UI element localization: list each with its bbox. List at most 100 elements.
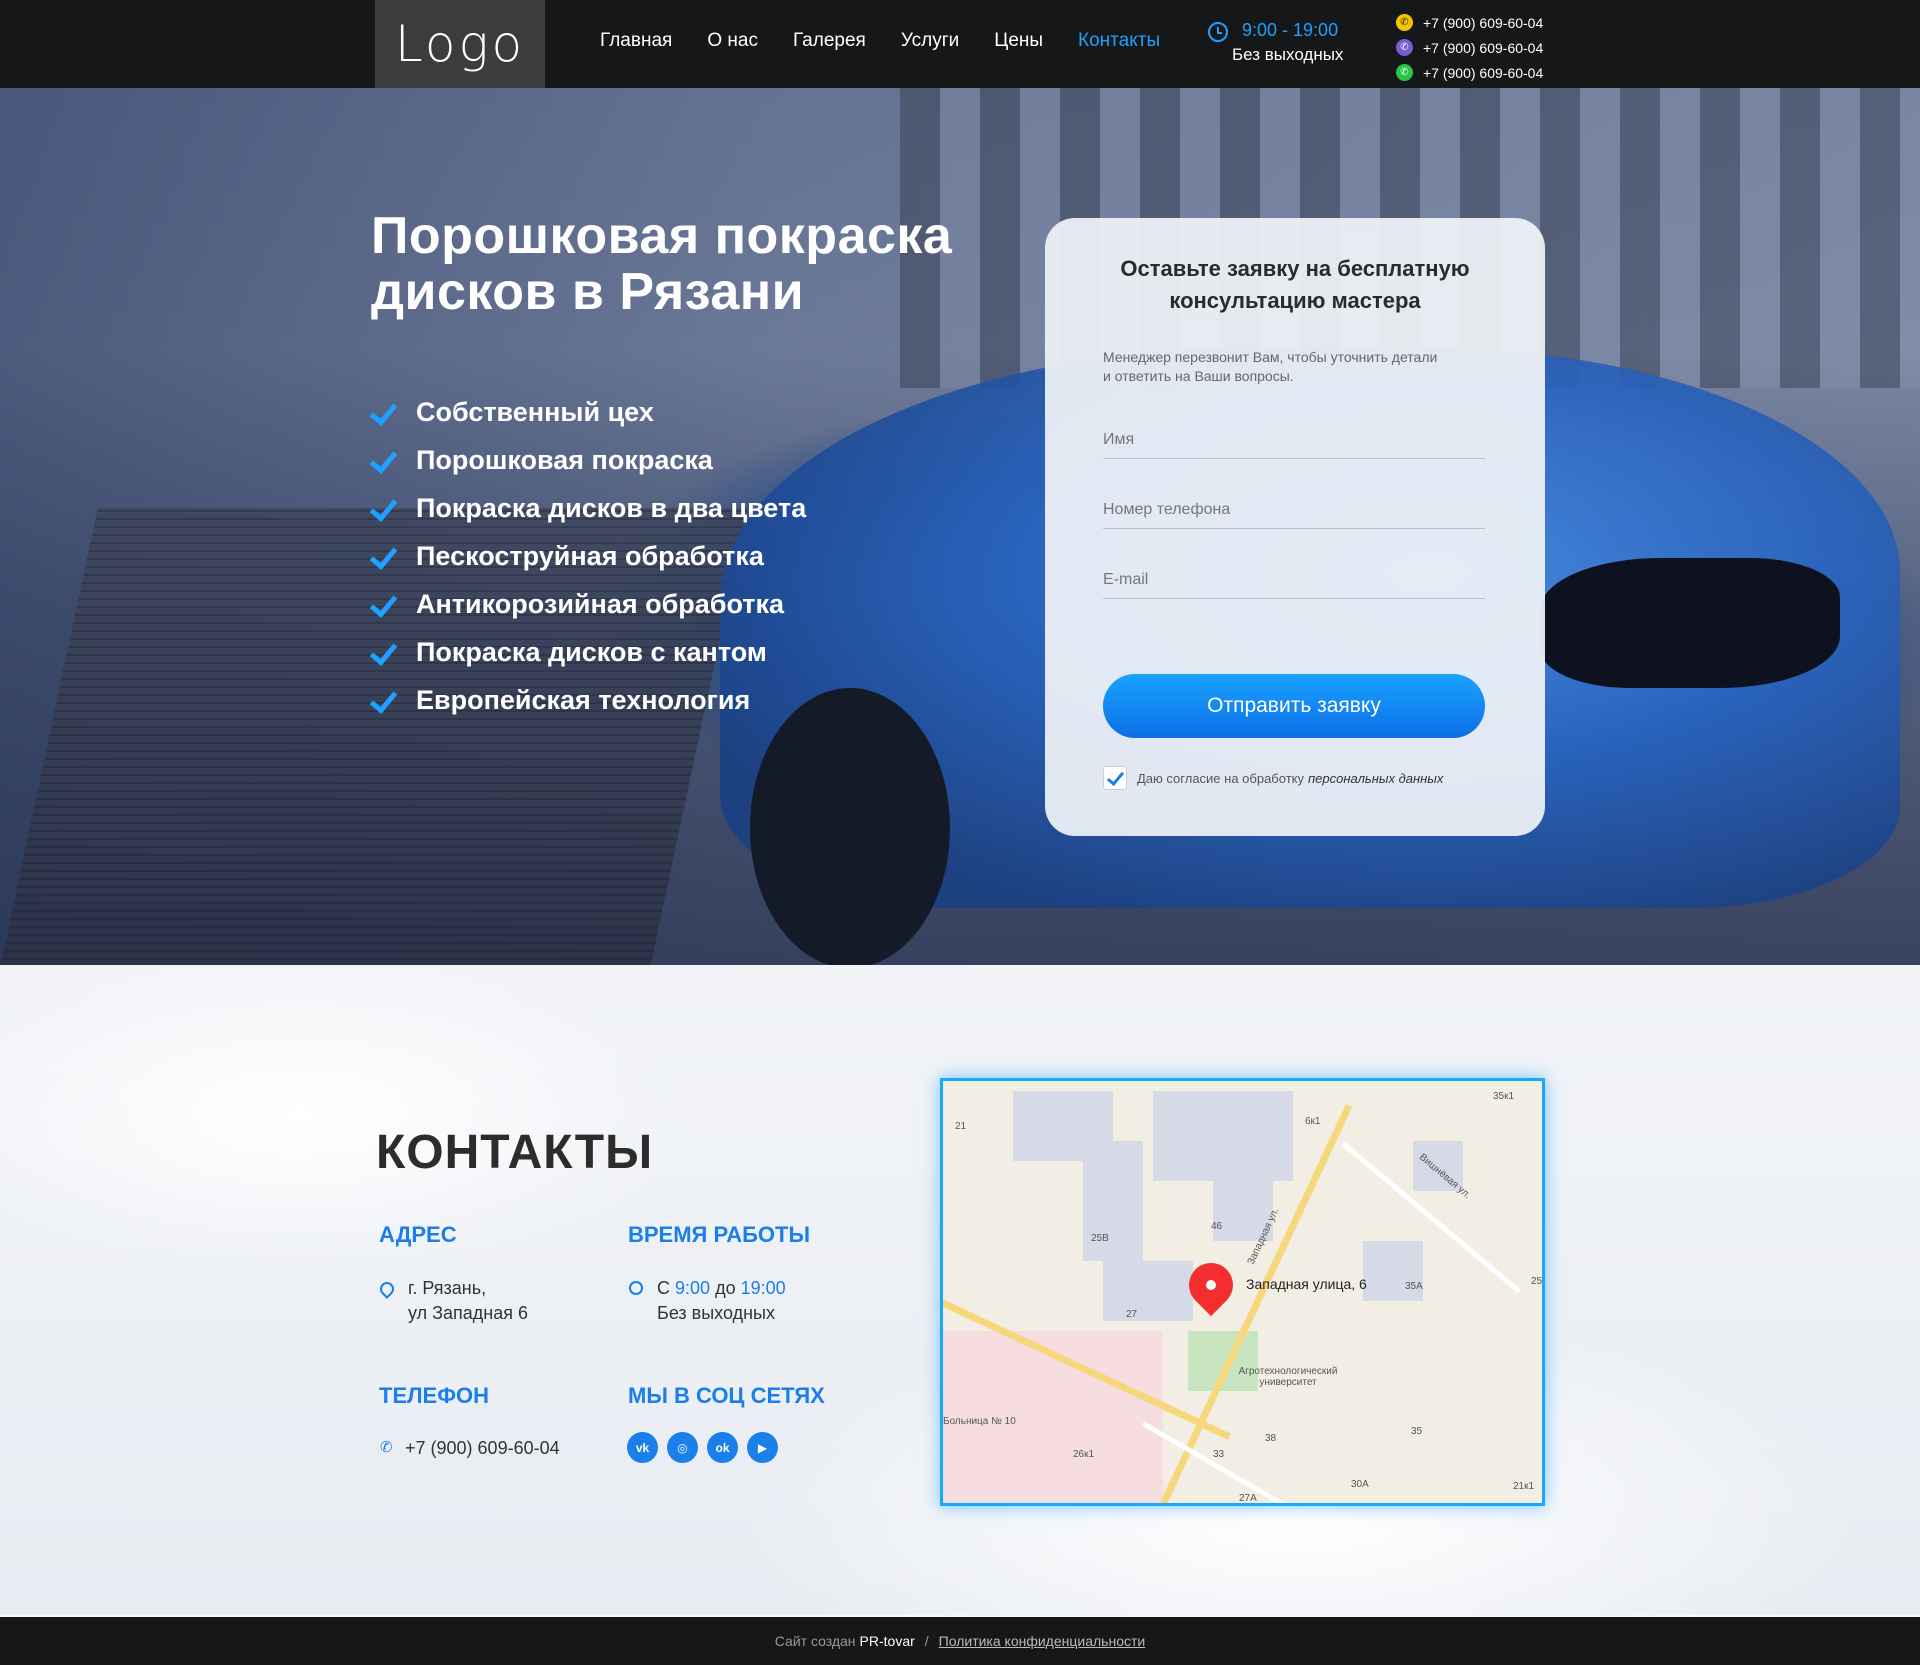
- clock-icon: [1208, 22, 1228, 42]
- nav-item-prices[interactable]: Цены: [994, 30, 1043, 52]
- whatsapp-icon: ✆: [1396, 64, 1413, 81]
- map-house-number: 35: [1411, 1426, 1423, 1437]
- hours-to: 19:00: [740, 1278, 786, 1298]
- location-map[interactable]: Западная улица, 6 Агротехнологический ун…: [940, 1078, 1545, 1506]
- form-title: Оставьте заявку на бесплатную консультац…: [1120, 256, 1470, 313]
- hero-title: Порошковая покраска дисков в Рязани: [371, 207, 953, 321]
- nav-item-about[interactable]: О нас: [707, 30, 758, 52]
- map-house-number: 25: [1531, 1276, 1543, 1287]
- map-poi-university: Агротехнологический университет: [1238, 1366, 1338, 1388]
- hours-time: 9:00 - 19:00: [1242, 20, 1339, 40]
- nav-item-services[interactable]: Услуги: [901, 30, 959, 52]
- map-poi-hospital: Больница № 10: [943, 1416, 1016, 1427]
- map-house-number: 27А: [1239, 1493, 1257, 1504]
- form-subtitle: Менеджер перезвонит Вам, чтобы уточнить …: [1103, 349, 1438, 384]
- checkmark-icon: [372, 541, 402, 571]
- contacts-title: КОНТАКТЫ: [376, 1126, 654, 1179]
- consent-checkbox[interactable]: [1103, 766, 1127, 790]
- feature-label: Покраска дисков с кантом: [416, 636, 767, 667]
- checkmark-icon: [372, 493, 402, 523]
- feature-item: Европейская технология: [372, 676, 806, 724]
- address-heading: АДРЕС: [379, 1222, 457, 1247]
- main-nav: Главная О нас Галерея Услуги Цены Контак…: [600, 30, 1195, 52]
- consent-text: Даю согласие на обработку: [1137, 770, 1304, 786]
- social-links: vk ◎ ok ▶: [627, 1432, 778, 1463]
- address-line2: ул Западная 6: [408, 1303, 528, 1323]
- phone-field[interactable]: Номер телефона: [1103, 493, 1485, 529]
- consent-row: Даю согласие на обработку персональных д…: [1103, 766, 1443, 790]
- email-field[interactable]: E-mail: [1103, 563, 1485, 599]
- hero-bg-car-grille: [1540, 558, 1840, 688]
- phone-number: +7 (900) 609-60-04: [1423, 39, 1544, 56]
- hours-days: Без выходных: [1232, 45, 1344, 64]
- name-field[interactable]: Имя: [1103, 423, 1485, 459]
- nav-item-gallery[interactable]: Галерея: [793, 30, 866, 52]
- checkmark-icon: [372, 445, 402, 475]
- phone-number: +7 (900) 609-60-04: [1423, 64, 1544, 81]
- feature-label: Европейская технология: [416, 684, 751, 715]
- viber-icon: ✆: [1396, 39, 1413, 56]
- hours-mid: до: [715, 1278, 736, 1298]
- feature-label: Пескоструйная обработка: [416, 540, 764, 571]
- header-hours: 9:00 - 19:00 Без выходных: [1208, 20, 1343, 65]
- odnoklassniki-icon[interactable]: ok: [707, 1432, 738, 1463]
- map-house-number: 35к1: [1493, 1091, 1515, 1102]
- address-line1: г. Рязань,: [408, 1278, 487, 1298]
- clock-icon: [629, 1281, 643, 1295]
- hours-heading: ВРЕМЯ РАБОТЫ: [628, 1222, 811, 1247]
- phone-call-icon: ✆: [1396, 14, 1413, 31]
- contact-phone[interactable]: +7 (900) 609-60-04: [405, 1436, 560, 1461]
- map-house-number: 21: [955, 1121, 967, 1132]
- map-house-number: 30А: [1351, 1479, 1369, 1490]
- feature-item: Покраска дисков в два цвета: [372, 484, 806, 532]
- hours-days-text: Без выходных: [657, 1303, 775, 1323]
- hours-from: 9:00: [675, 1278, 711, 1298]
- nav-item-home[interactable]: Главная: [600, 30, 672, 52]
- map-house-number: 26к1: [1073, 1449, 1095, 1460]
- phone-heading: ТЕЛЕФОН: [379, 1383, 489, 1408]
- consent-link[interactable]: персональных данных: [1308, 771, 1443, 786]
- youtube-icon[interactable]: ▶: [747, 1432, 778, 1463]
- footer-brand-link[interactable]: PR-tovar: [860, 1633, 915, 1649]
- map-house-number: 46: [1211, 1221, 1223, 1232]
- map-pin-label: Западная улица, 6: [1246, 1276, 1367, 1292]
- map-house-number: 21к1: [1513, 1481, 1535, 1492]
- footer-created-by: Сайт создан: [774, 1633, 856, 1649]
- phone-row-whatsapp[interactable]: ✆ +7 (900) 609-60-04: [1396, 60, 1543, 85]
- consultation-form: Оставьте заявку на бесплатную консультац…: [1045, 218, 1545, 836]
- feature-item: Пескоструйная обработка: [372, 532, 806, 580]
- hero-bg-wheel: [750, 688, 950, 965]
- vk-icon[interactable]: vk: [627, 1432, 658, 1463]
- phone-icon: ✆: [380, 1439, 393, 1456]
- feature-item: Антикорозийная обработка: [372, 580, 806, 628]
- feature-label: Порошковая покраска: [416, 444, 713, 475]
- map-building: [1363, 1241, 1423, 1301]
- map-house-number: 35А: [1405, 1281, 1423, 1292]
- nav-item-contacts[interactable]: Контакты: [1078, 30, 1160, 52]
- phone-number: +7 (900) 609-60-04: [1423, 14, 1544, 31]
- hero-section: Порошковая покраска дисков в Рязани Собс…: [0, 88, 1920, 965]
- hours-prefix: С: [657, 1278, 670, 1298]
- map-house-number: 25В: [1091, 1233, 1109, 1244]
- logo[interactable]: Logo: [375, 0, 545, 88]
- checkmark-icon: [372, 589, 402, 619]
- site-footer: Сайт создан PR-tovar / Политика конфиден…: [0, 1617, 1920, 1665]
- footer-separator: /: [924, 1633, 929, 1649]
- feature-label: Покраска дисков в два цвета: [416, 492, 807, 523]
- map-house-number: 38: [1265, 1433, 1277, 1444]
- privacy-policy-link[interactable]: Политика конфиденциальности: [939, 1633, 1146, 1649]
- map-house-number: 33: [1213, 1449, 1225, 1460]
- checkmark-icon: [372, 397, 402, 427]
- feature-item: Порошковая покраска: [372, 436, 806, 484]
- map-house-number: 6к1: [1305, 1116, 1321, 1127]
- feature-label: Собственный цех: [416, 396, 654, 427]
- phone-row-viber[interactable]: ✆ +7 (900) 609-60-04: [1396, 35, 1543, 60]
- social-heading: МЫ В СОЦ СЕТЯХ: [628, 1383, 825, 1408]
- address-text: г. Рязань, ул Западная 6: [408, 1276, 528, 1326]
- instagram-icon[interactable]: ◎: [667, 1432, 698, 1463]
- submit-button[interactable]: Отправить заявку: [1103, 674, 1485, 738]
- phone-row-whatsapp-yellow[interactable]: ✆ +7 (900) 609-60-04: [1396, 10, 1543, 35]
- site-header: Logo Главная О нас Галерея Услуги Цены К…: [0, 0, 1920, 88]
- map-building: [1153, 1091, 1293, 1181]
- feature-item: Собственный цех: [372, 388, 806, 436]
